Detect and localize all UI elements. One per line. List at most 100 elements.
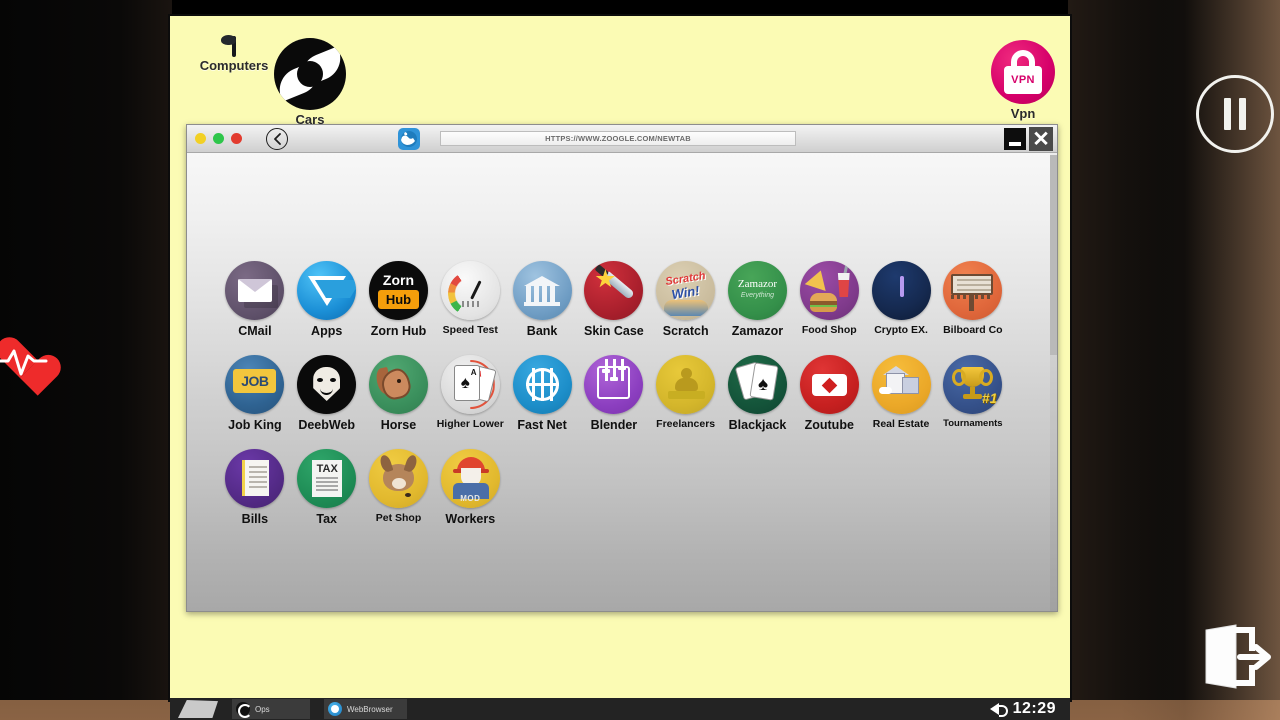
taskbar-item-label: Ops [255,705,270,714]
maximize-dot[interactable] [213,133,224,144]
zamazor-tagline: Everything [728,292,787,299]
desktop-icon-vpn[interactable]: VPN Vpn [975,40,1071,121]
jobking-icon: JOB [225,355,284,414]
site-job-king[interactable]: JOB Job King [219,355,291,432]
site-tournaments[interactable]: #1 Tournaments [937,355,1009,432]
vpn-lock-icon: VPN [991,40,1055,104]
site-label: Skin Case [578,324,650,338]
webbrowser-icon [328,702,342,716]
site-zorn-hub[interactable]: Zorn Hub Zorn Hub [363,261,435,338]
site-blender[interactable]: Blender [578,355,650,432]
site-scratch[interactable]: Scratch Win! Scratch [650,261,722,338]
jobking-wordmark: JOB [233,369,276,393]
site-workers[interactable]: MOD Workers [434,449,506,526]
monitor-screen: Computers Cars VPN Vpn [170,16,1070,700]
system-tray: 12:29 [990,700,1070,718]
site-higher-lower[interactable]: A A ♠ Higher Lower [434,355,506,432]
site-label: CMail [219,324,291,338]
zornhub-word-bottom: Hub [378,290,419,309]
tournaments-icon: #1 [943,355,1002,414]
site-pet-shop[interactable]: Pet Shop [363,449,435,526]
site-bills[interactable]: Bills [219,449,291,526]
taskbar-item-webbrowser[interactable]: WebBrowser [324,699,407,719]
minimize-dot[interactable] [195,133,206,144]
site-skin-case[interactable]: Skin Case [578,261,650,338]
browser-window: HTTPS://WWW.ZOOGLE.COM/NEWTAB ✕ [186,124,1058,612]
desktop-icon-cars[interactable]: Cars [262,38,358,127]
site-tax[interactable]: TAX Tax [291,449,363,526]
ops-icon [236,702,250,716]
bilboardco-icon [943,261,1002,320]
site-label: Job King [219,418,291,432]
site-label: Bills [219,512,291,526]
site-freelancers[interactable]: Freelancers [650,355,722,432]
site-label: Tax [291,512,363,526]
pause-bar-left [1224,98,1231,130]
url-bar[interactable]: HTTPS://WWW.ZOOGLE.COM/NEWTAB [440,131,796,146]
site-speed-test[interactable]: Speed Test [434,261,506,338]
site-label: Zamazor [722,324,794,338]
site-label: Blender [578,418,650,432]
window-traffic-lights [195,133,242,144]
site-real-estate[interactable]: Real Estate [865,355,937,432]
site-horse[interactable]: Horse [363,355,435,432]
site-blackjack[interactable]: ♠ Blackjack [722,355,794,432]
realestate-icon [872,355,931,414]
site-label: Bilboard Co [937,324,1009,336]
zornhub-word-top: Zorn [369,272,428,288]
zamazor-icon: Zamazor Everything [728,261,787,320]
health-indicator [0,332,52,384]
site-label: Speed Test [434,324,506,336]
back-button[interactable] [266,128,288,150]
browser-titlebar[interactable]: HTTPS://WWW.ZOOGLE.COM/NEWTAB ✕ [187,125,1057,153]
blackjack-icon: ♠ [728,355,787,414]
site-food-shop[interactable]: Food Shop [793,261,865,338]
site-zamazor[interactable]: Zamazor Everything Zamazor [722,261,794,338]
url-text: HTTPS://WWW.ZOOGLE.COM/NEWTAB [545,134,691,143]
zoutube-icon [800,355,859,414]
close-button[interactable]: ✕ [1029,127,1053,151]
horse-icon [369,355,428,414]
site-fast-net[interactable]: Fast Net [506,355,578,432]
scrollbar-thumb[interactable] [1050,155,1057,355]
minimize-button[interactable] [1004,128,1026,150]
taskbar-item-ops[interactable]: Ops [232,699,310,719]
pause-bar-right [1239,98,1246,130]
site-apps[interactable]: Apps [291,261,363,338]
speedtest-icon [441,261,500,320]
fastnet-icon [513,355,572,414]
zornhub-icon: Zorn Hub [369,261,428,320]
site-label: Crypto EX. [865,324,937,336]
site-label: Zoutube [793,418,865,432]
cryptoex-icon [872,261,931,320]
site-bank[interactable]: Bank [506,261,578,338]
cmail-icon [225,261,284,320]
site-label: Real Estate [865,418,937,430]
foodshop-icon [800,261,859,320]
exit-button[interactable] [1196,622,1274,692]
site-crypto-ex[interactable]: Crypto EX. [865,261,937,338]
taskbar-item-label: WebBrowser [347,705,393,714]
site-label: Pet Shop [363,512,435,524]
petshop-icon [369,449,428,508]
cars-swirl-icon [274,38,346,110]
globe-button[interactable] [398,128,420,150]
scratch-icon: Scratch Win! [656,261,715,320]
scrollbar[interactable] [1050,153,1057,611]
volume-icon[interactable] [990,703,999,715]
pause-button[interactable] [1196,75,1274,153]
site-label: Blackjack [722,418,794,432]
site-deebweb[interactable]: DeebWeb [291,355,363,432]
exit-door-icon [1196,622,1274,692]
site-zoutube[interactable]: Zoutube [793,355,865,432]
site-cmail[interactable]: CMail [219,261,291,338]
bills-icon [225,449,284,508]
heartbeat-line-icon [0,344,48,378]
close-dot[interactable] [231,133,242,144]
start-flag-icon[interactable] [178,700,218,718]
site-bilboard-co[interactable]: Bilboard Co [937,261,1009,338]
site-label: Fast Net [506,418,578,432]
tax-wordmark: TAX [312,463,342,475]
site-label: Apps [291,324,363,338]
blender-icon [584,355,643,414]
